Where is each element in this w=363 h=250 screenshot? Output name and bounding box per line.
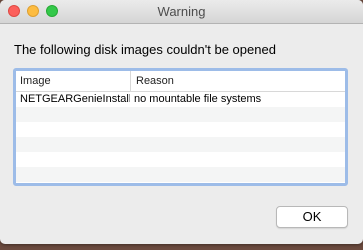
dialog-message: The following disk images couldn't be op…	[14, 42, 276, 57]
ok-button[interactable]: OK	[276, 206, 348, 228]
table-header: Image Reason	[16, 71, 345, 92]
reason-cell: no mountable file systems	[134, 93, 262, 105]
column-divider[interactable]	[130, 71, 131, 91]
column-header-image[interactable]: Image	[20, 75, 51, 87]
warning-dialog: Warning The following disk images couldn…	[0, 0, 363, 244]
image-cell: NETGEARGenieInstalle	[20, 93, 130, 105]
table-body: NETGEARGenieInstalle no mountable file s…	[16, 92, 345, 182]
empty-row	[16, 152, 345, 167]
empty-row	[16, 122, 345, 137]
empty-row	[16, 107, 345, 122]
column-header-reason[interactable]: Reason	[136, 75, 174, 87]
window-title: Warning	[157, 4, 206, 19]
disk-images-table[interactable]: Image Reason NETGEARGenieInstalle no mou…	[13, 68, 348, 186]
empty-row	[16, 137, 345, 152]
empty-row	[16, 167, 345, 182]
table-row[interactable]: NETGEARGenieInstalle no mountable file s…	[16, 92, 345, 107]
title-bar[interactable]: Warning	[0, 0, 363, 24]
